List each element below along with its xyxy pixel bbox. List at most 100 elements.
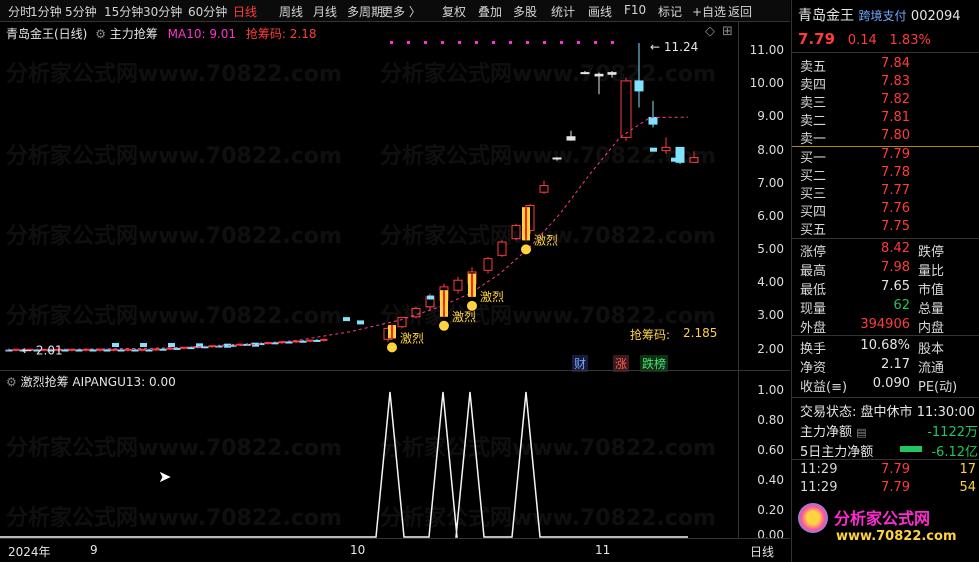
order-price: 7.77: [881, 183, 910, 198]
price-change-pct: 1.83%: [889, 33, 931, 48]
trade-time: 11:30:00: [916, 405, 976, 420]
candle-body: [306, 339, 314, 342]
stat-label-2: 内盘: [918, 321, 945, 336]
toolbar-item-19[interactable]: 返回: [728, 3, 752, 20]
toolbar-item-13[interactable]: 多股: [513, 3, 537, 20]
candle-body: [483, 258, 493, 271]
watermark: 分析家公式网www.70822.com: [380, 506, 716, 531]
toolbar-item-3[interactable]: 15分钟: [104, 3, 143, 20]
stat-row: 净资 2.17 流通: [800, 357, 978, 376]
quote-panel: 青岛金王 跨境支付 002094 7.79 0.14 1.83% 卖五 7.84 卖…: [791, 0, 979, 562]
candle-body: [152, 348, 160, 351]
chou-label: 抢筹码: 2.18: [245, 27, 317, 41]
order-label: 买二: [800, 169, 827, 184]
logo-url: www.70822.com: [836, 529, 957, 544]
expand-icon[interactable]: ⊞: [722, 24, 733, 39]
stat-label-2: 总量: [918, 302, 945, 317]
toolbar-item-15[interactable]: 画线: [588, 3, 612, 20]
indicator-axis-label: 0.80: [757, 413, 784, 427]
flow2-value: -6.12亿: [931, 445, 978, 460]
toolbar-item-6[interactable]: 日线: [233, 3, 257, 20]
stat-row: 外盘 394906 内盘: [800, 317, 978, 336]
toolbar-item-0[interactable]: 分时: [8, 3, 32, 20]
candle-body: [112, 343, 119, 348]
stat-label: 换手: [800, 342, 827, 357]
flow-row-1[interactable]: 主力净额 ▤ -1122万: [800, 421, 978, 440]
trade-status-label: 交易状态:: [800, 405, 857, 420]
candle-body: [285, 341, 293, 344]
time-axis: 2024年 9 10 11 日线: [0, 538, 790, 562]
mouse-cursor-icon: ➤: [158, 467, 172, 486]
stat-label: 外盘: [800, 321, 827, 336]
toolbar-item-4[interactable]: 30分钟: [143, 3, 182, 20]
candle-body: [96, 348, 104, 351]
toolbar-item-12[interactable]: 叠加: [478, 3, 502, 20]
order-row-sell: 卖一 7.80: [800, 128, 978, 147]
toolbar-item-16[interactable]: F10: [624, 3, 646, 17]
order-price: 7.75: [881, 219, 910, 234]
toolbar-item-8[interactable]: 月线: [313, 3, 337, 20]
stat-value: 8.42: [881, 241, 910, 256]
order-price: 7.79: [881, 147, 910, 162]
candle-body: [140, 343, 147, 348]
flow2-label: 5日主力净额: [800, 445, 874, 460]
candle-body: [187, 347, 195, 350]
signal-dot: [492, 41, 495, 44]
watermark: 分析家公式网www.70822.com: [6, 62, 342, 87]
period-label[interactable]: 日线: [750, 543, 774, 560]
divider: [792, 238, 979, 239]
signal-dot: [390, 41, 393, 44]
tick-row: 11:29 7.79 54: [800, 480, 978, 498]
toolbar-item-17[interactable]: 标记: [658, 3, 682, 20]
order-price: 7.81: [881, 110, 910, 125]
price-change: 0.14: [847, 33, 877, 48]
toolbar-item-5[interactable]: 60分钟: [188, 3, 227, 20]
bid-ask-divider: [792, 146, 979, 147]
indicator-name[interactable]: 主力抢筹: [110, 27, 158, 41]
toolbar-item-10[interactable]: 更多 〉: [381, 3, 421, 20]
stat-row: 最低 7.65 市值: [800, 279, 978, 298]
time-label-nov: 11: [595, 543, 611, 557]
detail-icon[interactable]: ▤: [856, 426, 866, 439]
diamond-icon[interactable]: ◇: [705, 24, 715, 39]
watermark: 分析家公式网www.70822.com: [380, 436, 716, 461]
signal-dot: [424, 41, 427, 44]
candle-body: [61, 349, 69, 352]
stat-row: 最高 7.98 量比: [800, 260, 978, 279]
toolbar-item-1[interactable]: 1分钟: [30, 3, 62, 20]
stock-terminal-window: 分时 1分钟 5分钟 15分钟 30分钟 60分钟 日线 周线 月线 多周期 更多 〉 复权 叠加 多股统…: [0, 0, 979, 562]
price-axis-label: 2.00: [757, 342, 784, 356]
toolbar-item-7[interactable]: 周线: [279, 3, 303, 20]
settings-gear-icon[interactable]: ⚙: [95, 27, 106, 41]
candle-body: [138, 348, 146, 351]
toolbar-item-9[interactable]: 多周期: [347, 3, 383, 20]
time-label-year: 2024年: [8, 545, 51, 559]
settings-gear-icon-2[interactable]: ⚙: [6, 375, 17, 389]
order-row-buy: 买二 7.78: [800, 165, 978, 184]
ma10-label: MA10: 9.01: [167, 27, 237, 41]
stock-name[interactable]: 青岛金王: [798, 8, 854, 24]
stat-label: 收益(≡): [800, 380, 848, 395]
order-label: 卖四: [800, 78, 827, 93]
toolbar-item-18[interactable]: +自选: [692, 3, 726, 20]
stat-row: 换手 10.68% 股本: [800, 338, 978, 357]
high-marker: ← 11.24: [650, 40, 698, 54]
toolbar-item-11[interactable]: 复权: [442, 3, 466, 20]
order-row-buy: 买五 7.75: [800, 219, 978, 238]
flow-row-2[interactable]: 5日主力净额 -6.12亿: [800, 441, 978, 460]
stat-value: 0.090: [872, 376, 910, 391]
chart-stock-title: 青岛金王(日线): [6, 27, 88, 41]
toolbar-item-14[interactable]: 统计: [551, 3, 575, 20]
candle-body: [343, 317, 350, 322]
stat-value: 394906: [860, 317, 910, 332]
stat-label: 最高: [800, 264, 827, 279]
stat-value: 7.65: [881, 279, 910, 294]
concept-badge[interactable]: 跨境支付: [858, 9, 906, 23]
tick-time: 11:29: [800, 462, 838, 477]
candle-body: [271, 342, 279, 345]
signal-dot: [577, 41, 580, 44]
order-label: 卖三: [800, 96, 827, 111]
price-axis-label: 11.00: [749, 43, 784, 57]
signal-dot: [594, 41, 597, 44]
toolbar-item-2[interactable]: 5分钟: [65, 3, 97, 20]
